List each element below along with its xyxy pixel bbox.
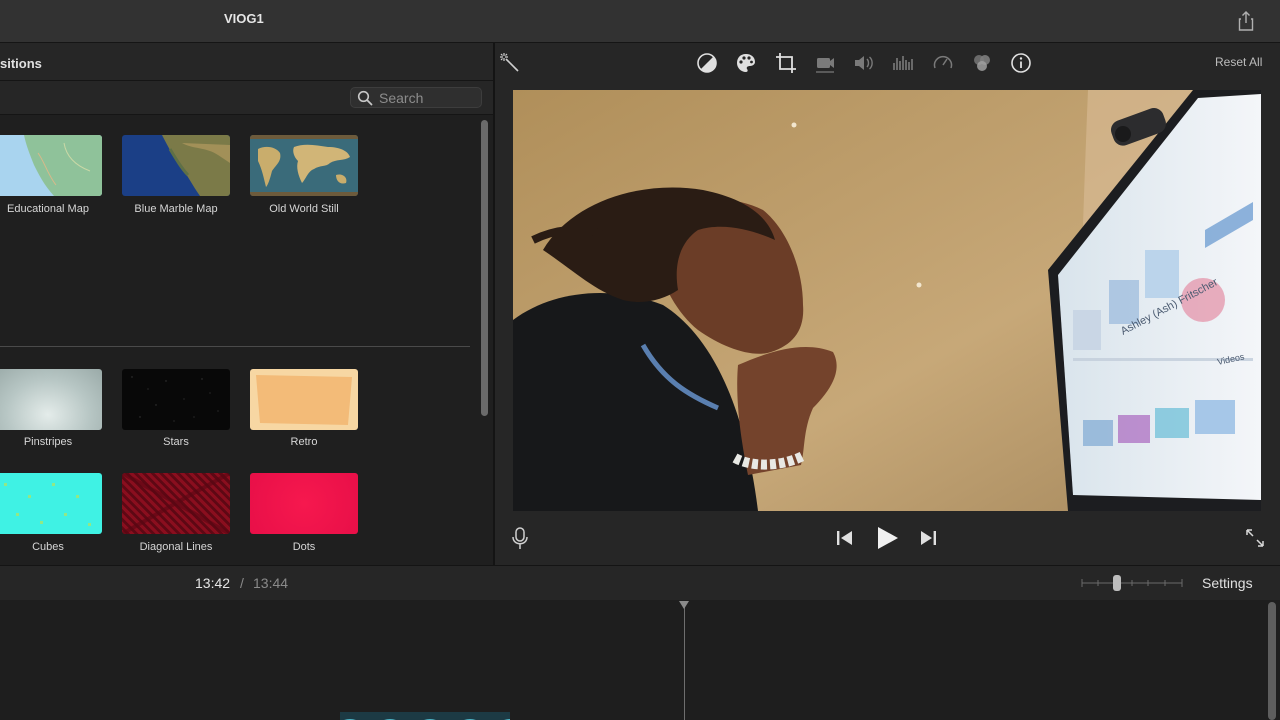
retro-thumbnail[interactable] xyxy=(250,369,358,430)
play-icon[interactable] xyxy=(874,525,900,551)
blue-marble-map-thumbnail[interactable] xyxy=(122,135,230,196)
blue-marble-map-label: Blue Marble Map xyxy=(134,203,218,215)
speed-icon[interactable] xyxy=(932,52,954,74)
educational-map-label: Educational Map xyxy=(7,203,89,215)
diagonal-lines-label: Diagonal Lines xyxy=(139,541,213,553)
skip-forward-icon[interactable] xyxy=(917,528,939,548)
crop-icon[interactable] xyxy=(775,52,797,74)
timeline-settings-button[interactable]: Settings xyxy=(1202,575,1253,591)
video-clip[interactable] xyxy=(340,712,510,720)
cubes-label: Cubes xyxy=(32,541,64,553)
voiceover-microphone-icon[interactable] xyxy=(510,526,530,550)
timeline-scrollbar[interactable] xyxy=(1268,602,1276,720)
dots-label: Dots xyxy=(292,541,316,553)
timeline[interactable] xyxy=(0,600,1280,720)
project-title: VIOG1 xyxy=(224,11,264,26)
diagonal-lines-thumbnail[interactable] xyxy=(122,473,230,534)
share-icon[interactable] xyxy=(1236,10,1256,32)
retro-label: Retro xyxy=(290,436,318,448)
color-balance-icon[interactable] xyxy=(696,52,718,74)
magic-wand-icon[interactable] xyxy=(499,52,521,74)
search-input[interactable] xyxy=(379,89,477,107)
total-duration: 13:44 xyxy=(253,575,289,591)
tab-transitions[interactable]: sitions xyxy=(0,56,42,71)
fullscreen-icon[interactable] xyxy=(1244,527,1266,549)
old-world-still-thumbnail[interactable] xyxy=(250,135,358,196)
title-bar xyxy=(0,0,1280,43)
video-preview[interactable]: Ashley (Ash) Fritscher Videos xyxy=(513,90,1261,511)
dots-thumbnail[interactable] xyxy=(250,473,358,534)
section-divider xyxy=(0,346,470,347)
browser-scrollbar-thumb[interactable] xyxy=(481,120,488,416)
timecode-separator: / xyxy=(240,575,244,591)
stars-thumbnail[interactable] xyxy=(122,369,230,430)
skip-back-icon[interactable] xyxy=(834,528,856,548)
noise-reduction-icon[interactable] xyxy=(892,52,914,74)
stars-label: Stars xyxy=(163,436,189,448)
pinstripes-thumbnail[interactable] xyxy=(0,369,102,430)
reset-all-button[interactable]: Reset All xyxy=(1215,55,1262,69)
pinstripes-label: Pinstripes xyxy=(23,436,73,448)
info-icon[interactable] xyxy=(1010,52,1032,74)
educational-map-thumbnail[interactable] xyxy=(0,135,102,196)
playhead[interactable] xyxy=(684,602,685,720)
cubes-thumbnail[interactable] xyxy=(0,473,102,534)
playhead-handle[interactable] xyxy=(679,601,689,609)
color-palette-icon[interactable] xyxy=(735,52,757,74)
current-timecode: 13:42 xyxy=(195,575,231,591)
volume-icon[interactable] xyxy=(853,52,875,74)
stabilization-icon[interactable] xyxy=(814,52,836,74)
browser-tab-bar xyxy=(0,43,493,81)
zoom-slider-knob[interactable] xyxy=(1113,575,1121,591)
old-world-still-label: Old World Still xyxy=(269,203,339,215)
search-icon xyxy=(357,90,373,106)
timeline-zoom-slider[interactable] xyxy=(1080,574,1184,592)
clip-filter-icon[interactable] xyxy=(971,52,993,74)
